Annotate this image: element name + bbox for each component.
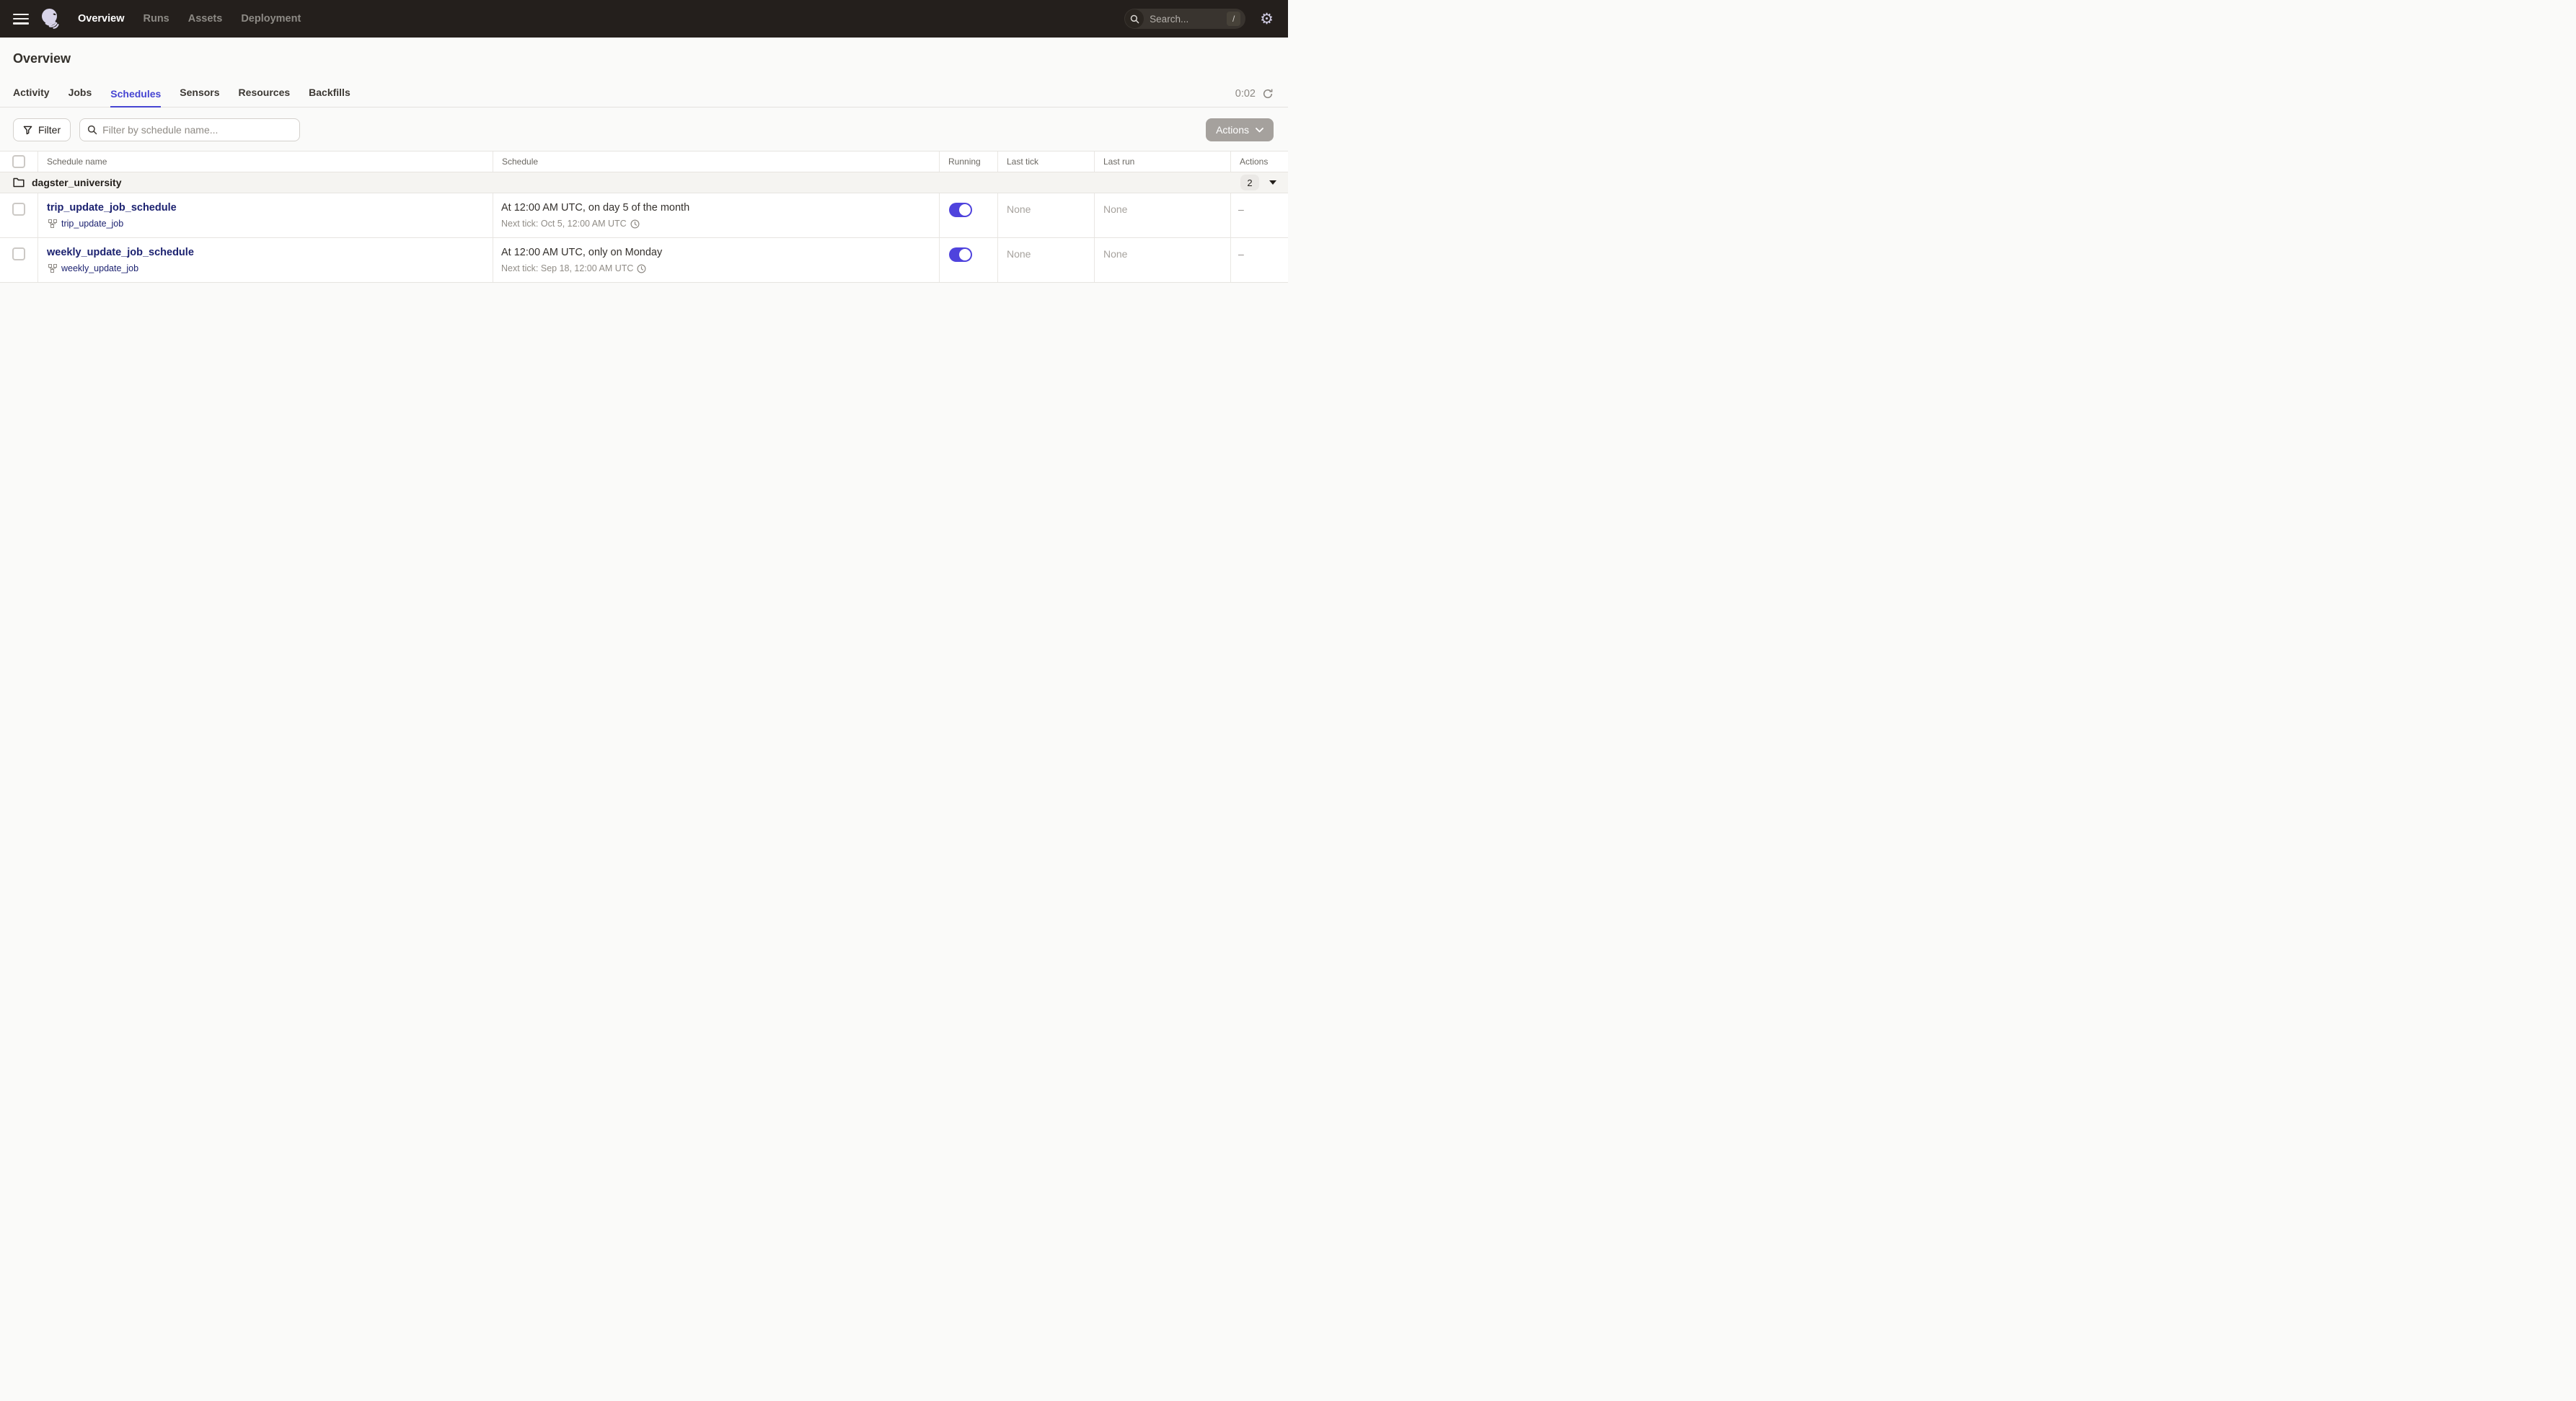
global-search-button[interactable]: Search... / [1124, 9, 1246, 29]
nav-item-overview[interactable]: Overview [78, 13, 125, 25]
tab-jobs[interactable]: Jobs [69, 87, 92, 107]
table-row: trip_update_job_schedule trip_update_job… [0, 193, 1288, 238]
last-tick-value: None [997, 193, 1094, 237]
nav-item-runs[interactable]: Runs [144, 13, 169, 25]
next-tick-text: Next tick: Sep 18, 12:00 AM UTC [501, 263, 634, 273]
last-run-value: None [1094, 238, 1230, 282]
select-all-cell [0, 151, 38, 172]
next-tick-text: Next tick: Oct 5, 12:00 AM UTC [501, 219, 627, 229]
refresh-area: 0:02 [1235, 88, 1274, 107]
overview-tabs: Activity Jobs Schedules Sensors Resource… [0, 87, 1288, 107]
dagster-logo-icon[interactable] [39, 7, 62, 30]
schedule-running-toggle[interactable] [949, 203, 972, 217]
tab-backfills[interactable]: Backfills [309, 87, 350, 107]
filter-search-icon [87, 125, 97, 135]
refresh-icon[interactable] [1262, 88, 1274, 100]
schedule-description: At 12:00 AM UTC, on day 5 of the month [501, 202, 690, 214]
col-schedule: Schedule [493, 151, 939, 172]
row-actions-value: – [1230, 238, 1288, 282]
primary-nav: Overview Runs Assets Deployment [78, 13, 301, 25]
schedules-table: Schedule name Schedule Running Last tick… [0, 151, 1288, 283]
select-all-checkbox[interactable] [12, 155, 25, 168]
clock-icon [637, 263, 646, 273]
search-shortcut-badge: / [1227, 12, 1241, 26]
table-header-row: Schedule name Schedule Running Last tick… [0, 151, 1288, 172]
nav-right-group: Search... / ⚙ [1124, 9, 1274, 29]
job-graph-icon [48, 219, 57, 228]
col-last-tick: Last tick [997, 151, 1094, 172]
schedule-description: At 12:00 AM UTC, only on Monday [501, 247, 663, 258]
folder-icon [13, 177, 25, 188]
row-actions-value: – [1230, 193, 1288, 237]
schedule-running-toggle[interactable] [949, 247, 972, 262]
last-run-value: None [1094, 193, 1230, 237]
col-running: Running [939, 151, 997, 172]
job-name-link[interactable]: trip_update_job [61, 219, 123, 229]
row-checkbox-cell [0, 193, 38, 237]
last-tick-value: None [997, 238, 1094, 282]
tab-schedules[interactable]: Schedules [110, 88, 162, 107]
hamburger-menu-icon[interactable] [13, 13, 29, 25]
filter-button[interactable]: Filter [13, 118, 71, 141]
refresh-countdown: 0:02 [1235, 88, 1256, 100]
search-icon [1125, 9, 1144, 28]
filter-button-label: Filter [38, 124, 61, 136]
tab-sensors[interactable]: Sensors [180, 87, 219, 107]
top-nav-bar: Overview Runs Assets Deployment Search..… [0, 0, 1288, 38]
schedule-count-badge: 2 [1240, 175, 1259, 190]
repo-group-row[interactable]: dagster_university 2 [0, 172, 1288, 193]
col-last-run: Last run [1094, 151, 1230, 172]
schedule-name-link[interactable]: weekly_update_job_schedule [47, 247, 493, 258]
clock-icon [630, 219, 640, 229]
job-name-link[interactable]: weekly_update_job [61, 263, 138, 273]
actions-button-label: Actions [1216, 124, 1249, 136]
page-header: Overview [0, 38, 1288, 65]
schedule-filter-field [79, 118, 301, 141]
collapse-caret-icon[interactable] [1269, 180, 1276, 185]
row-checkbox-cell [0, 238, 38, 282]
schedule-filter-input[interactable] [102, 124, 293, 136]
job-graph-icon [48, 264, 57, 273]
chevron-down-icon [1256, 127, 1263, 133]
nav-item-assets[interactable]: Assets [188, 13, 223, 25]
actions-button[interactable]: Actions [1206, 118, 1274, 141]
nav-item-deployment[interactable]: Deployment [241, 13, 301, 25]
search-placeholder-text: Search... [1150, 13, 1189, 25]
tab-activity[interactable]: Activity [13, 87, 50, 107]
col-actions: Actions [1230, 151, 1288, 172]
row-checkbox[interactable] [12, 247, 25, 260]
app-screen: Overview Runs Assets Deployment Search..… [0, 0, 1288, 700]
row-checkbox[interactable] [12, 203, 25, 216]
settings-gear-icon[interactable]: ⚙ [1260, 12, 1274, 27]
table-row: weekly_update_job_schedule weekly_update… [0, 238, 1288, 283]
tab-resources[interactable]: Resources [239, 87, 291, 107]
schedules-toolbar: Filter Actions [13, 118, 1274, 141]
schedule-name-link[interactable]: trip_update_job_schedule [47, 202, 493, 214]
col-schedule-name: Schedule name [38, 151, 493, 172]
page-title: Overview [13, 51, 71, 66]
funnel-icon [23, 126, 32, 135]
repo-group-name: dagster_university [32, 177, 122, 188]
